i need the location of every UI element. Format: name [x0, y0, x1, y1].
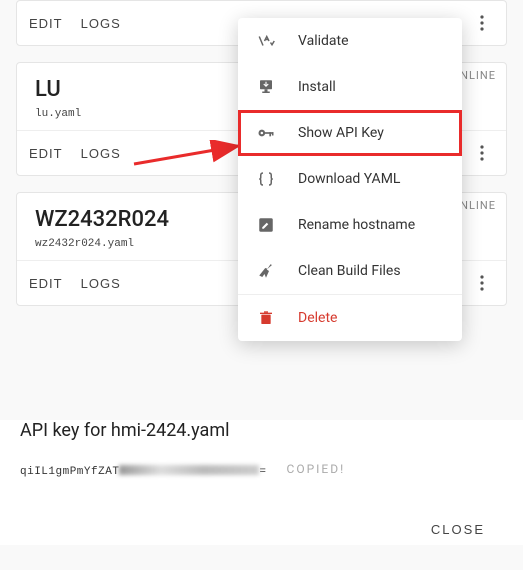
overflow-menu-button[interactable]: [470, 11, 494, 35]
menu-item-install[interactable]: Install: [238, 64, 462, 110]
trash-icon: [256, 308, 276, 328]
close-button[interactable]: CLOSE: [413, 514, 503, 545]
menu-item-validate[interactable]: Validate: [238, 18, 462, 64]
validate-icon: [256, 31, 276, 51]
menu-item-label: Download YAML: [298, 171, 400, 187]
logs-button[interactable]: LOGS: [81, 276, 121, 291]
overflow-menu-button[interactable]: [470, 271, 494, 295]
context-menu: Validate Install Show API Key Download Y…: [238, 18, 462, 341]
api-key-redacted: [119, 465, 259, 475]
menu-item-download-yaml[interactable]: Download YAML: [238, 156, 462, 202]
menu-item-label: Delete: [298, 310, 337, 326]
api-key-value: qiIL1gmPmYfZAT =: [20, 459, 267, 478]
edit-button[interactable]: EDIT: [29, 16, 63, 31]
api-key-prefix: qiIL1gmPmYfZAT: [20, 466, 119, 478]
install-icon: [256, 77, 276, 97]
logs-button[interactable]: LOGS: [81, 146, 121, 161]
menu-item-label: Install: [298, 79, 336, 95]
menu-item-clean-build[interactable]: Clean Build Files: [238, 248, 462, 294]
menu-item-label: Clean Build Files: [298, 263, 401, 279]
edit-button[interactable]: EDIT: [29, 146, 63, 161]
copied-label: COPIED!: [287, 462, 346, 476]
rename-icon: [256, 215, 276, 235]
broom-icon: [256, 261, 276, 281]
api-key-suffix: =: [259, 466, 266, 478]
api-key-dialog: API key for hmi-2424.yaml qiIL1gmPmYfZAT…: [0, 420, 523, 545]
menu-item-show-api-key[interactable]: Show API Key: [238, 110, 462, 156]
menu-item-delete[interactable]: Delete: [238, 294, 462, 341]
menu-item-label: Rename hostname: [298, 217, 415, 233]
menu-item-label: Validate: [298, 33, 349, 49]
dialog-title: API key for hmi-2424.yaml: [20, 420, 503, 441]
edit-button[interactable]: EDIT: [29, 276, 63, 291]
braces-icon: [256, 169, 276, 189]
menu-item-rename-hostname[interactable]: Rename hostname: [238, 202, 462, 248]
logs-button[interactable]: LOGS: [81, 16, 121, 31]
overflow-menu-button[interactable]: [470, 141, 494, 165]
menu-item-label: Show API Key: [298, 125, 384, 141]
key-icon: [256, 123, 276, 143]
